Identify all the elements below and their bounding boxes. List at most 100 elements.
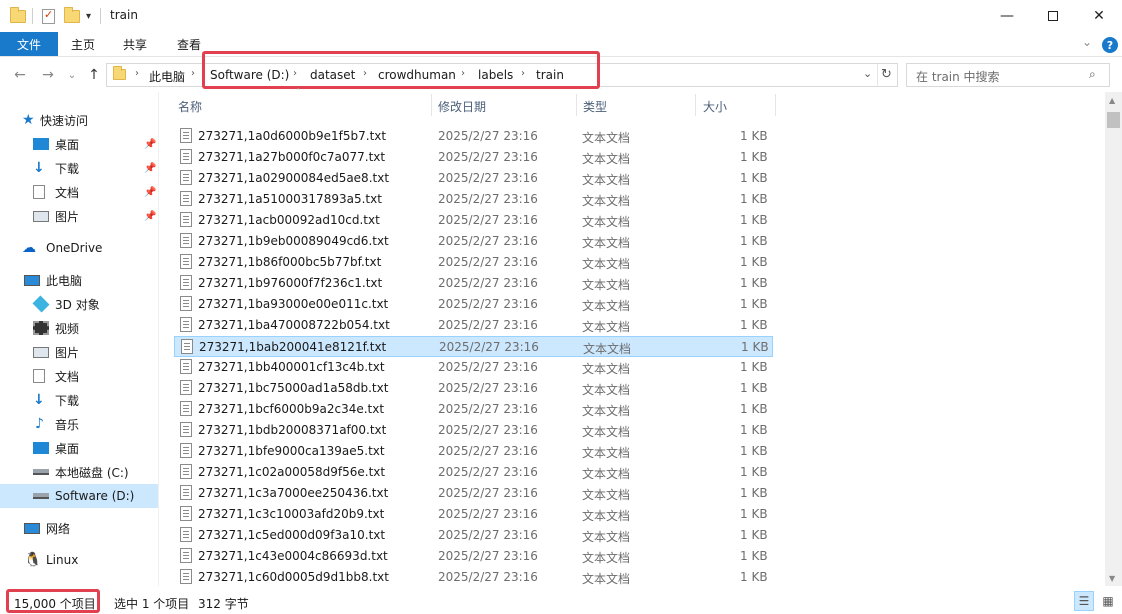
- tab-home[interactable]: 主页: [71, 32, 95, 56]
- text-file-icon: [180, 464, 192, 479]
- column-divider[interactable]: [431, 94, 432, 116]
- table-row[interactable]: 273271,1c60d0005d9d1bb8.txt 2025/2/27 23:…: [174, 567, 773, 588]
- file-type: 文本文档: [582, 383, 631, 397]
- table-row[interactable]: 273271,1b976000f7f236c1.txt 2025/2/27 23:…: [174, 273, 773, 294]
- pin-icon[interactable]: 📌: [144, 211, 156, 222]
- sidebar-item-3d-objects[interactable]: 3D 对象: [0, 292, 158, 316]
- recent-locations-chevron-icon[interactable]: ⌄: [62, 65, 82, 85]
- pin-icon[interactable]: 📌: [144, 163, 156, 174]
- file-type: 文本文档: [582, 215, 631, 229]
- sidebar-item-linux[interactable]: 🐧 Linux: [0, 548, 158, 572]
- details-view-icon[interactable]: ☰: [1074, 591, 1094, 611]
- pin-icon[interactable]: 📌: [144, 139, 156, 150]
- refresh-icon[interactable]: ↻: [881, 67, 892, 82]
- table-row[interactable]: 273271,1c43e0004c86693d.txt 2025/2/27 23:…: [174, 546, 773, 567]
- column-header-size[interactable]: 大小: [703, 98, 727, 115]
- sidebar-item-downloads[interactable]: ↓ 下载 📌: [0, 156, 158, 180]
- breadcrumb-this-pc[interactable]: 此电脑: [149, 68, 185, 85]
- breadcrumb-separator-icon[interactable]: ›: [191, 68, 195, 79]
- sidebar-item-documents[interactable]: 文档 📌: [0, 180, 158, 204]
- table-row[interactable]: 273271,1bb400001cf13c4b.txt 2025/2/27 23:…: [174, 357, 773, 378]
- selection-size: 312 字节: [198, 597, 249, 611]
- sidebar-item-desktop-pc[interactable]: 桌面: [0, 436, 158, 460]
- table-row[interactable]: 273271,1c3a7000ee250436.txt 2025/2/27 23:…: [174, 483, 773, 504]
- table-row[interactable]: 273271,1a02900084ed5ae8.txt 2025/2/27 23:…: [174, 168, 773, 189]
- cloud-icon: ☁: [22, 240, 36, 256]
- search-icon[interactable]: ⌕: [1089, 67, 1096, 82]
- sidebar-item-documents-pc[interactable]: 文档: [0, 364, 158, 388]
- pin-icon[interactable]: 📌: [144, 187, 156, 198]
- search-input[interactable]: 在 train 中搜索 ⌕: [906, 63, 1110, 87]
- table-row[interactable]: 273271,1b86f000bc5b77bf.txt 2025/2/27 23:…: [174, 252, 773, 273]
- sidebar-item-downloads-pc[interactable]: ↓ 下载: [0, 388, 158, 412]
- table-row[interactable]: 273271,1ba470008722b054.txt 2025/2/27 23:…: [174, 315, 773, 336]
- table-row[interactable]: 273271,1a27b000f0c7a077.txt 2025/2/27 23:…: [174, 147, 773, 168]
- sidebar-item-network[interactable]: 网络: [0, 516, 158, 540]
- forward-arrow-icon[interactable]: →: [38, 65, 58, 85]
- sidebar-item-quick-access[interactable]: ★ 快速访问: [0, 108, 158, 132]
- file-date: 2025/2/27 23:16: [438, 234, 538, 248]
- sidebar-item-pictures[interactable]: 图片 📌: [0, 204, 158, 228]
- file-name: 273271,1a0d6000b9e1f5b7.txt: [198, 129, 387, 143]
- table-row[interactable]: 273271,1b9eb00089049cd6.txt 2025/2/27 23:…: [174, 231, 773, 252]
- sidebar-item-local-disk-c[interactable]: 本地磁盘 (C:): [0, 460, 158, 484]
- customize-toolbar-dropdown-icon[interactable]: ▾: [86, 7, 91, 25]
- sidebar-item-this-pc[interactable]: 此电脑: [0, 268, 158, 292]
- new-folder-icon[interactable]: [64, 6, 80, 25]
- table-row[interactable]: 273271,1c3c10003afd20b9.txt 2025/2/27 23:…: [174, 504, 773, 525]
- drive-icon: [33, 469, 49, 475]
- back-arrow-icon[interactable]: ←: [10, 65, 30, 85]
- sidebar-item-videos[interactable]: 视频: [0, 316, 158, 340]
- table-row[interactable]: 273271,1c5ed000d09f3a10.txt 2025/2/27 23:…: [174, 525, 773, 546]
- column-divider[interactable]: [576, 94, 577, 116]
- file-date: 2025/2/27 23:16: [438, 213, 538, 227]
- minimize-button[interactable]: —: [984, 0, 1030, 32]
- file-date: 2025/2/27 23:16: [438, 297, 538, 311]
- sidebar-item-music[interactable]: ♪ 音乐: [0, 412, 158, 436]
- help-icon[interactable]: ?: [1102, 37, 1118, 53]
- properties-icon[interactable]: [42, 7, 55, 25]
- table-row[interactable]: 273271,1bfe9000ca139ae5.txt 2025/2/27 23:…: [174, 441, 773, 462]
- breadcrumb-separator-icon[interactable]: ›: [135, 68, 139, 79]
- table-row[interactable]: 273271,1a0d6000b9e1f5b7.txt 2025/2/27 23:…: [174, 126, 773, 147]
- sidebar-item-pictures-pc[interactable]: 图片: [0, 340, 158, 364]
- tab-share[interactable]: 共享: [123, 32, 147, 56]
- table-row[interactable]: 273271,1bcf6000b9a2c34e.txt 2025/2/27 23:…: [174, 399, 773, 420]
- status-bar: 15,000 个项目 选中 1 个项目 312 字节 ☰ ▦: [0, 588, 1122, 614]
- column-header-type[interactable]: 类型: [583, 98, 607, 115]
- file-type: 文本文档: [582, 446, 631, 460]
- table-row[interactable]: 273271,1a51000317893a5.txt 2025/2/27 23:1…: [174, 189, 773, 210]
- sidebar-item-onedrive[interactable]: ☁ OneDrive: [0, 236, 158, 260]
- table-row[interactable]: 273271,1bdb20008371af00.txt 2025/2/27 23:…: [174, 420, 773, 441]
- file-type: 文本文档: [582, 425, 631, 439]
- sidebar-item-desktop[interactable]: 桌面 📌: [0, 132, 158, 156]
- close-button[interactable]: ✕: [1076, 0, 1122, 32]
- scroll-up-arrow-icon[interactable]: ▲: [1109, 96, 1115, 105]
- scroll-thumb[interactable]: [1107, 112, 1120, 128]
- sidebar-item-software-d[interactable]: Software (D:): [0, 484, 158, 508]
- table-row[interactable]: 273271,1bab200041e8121f.txt 2025/2/27 23:…: [174, 336, 773, 357]
- tab-file[interactable]: 文件: [0, 32, 58, 56]
- annotation-highlight-box: [6, 589, 100, 613]
- vertical-scrollbar[interactable]: ▲ ▼: [1105, 92, 1122, 586]
- large-icons-view-icon[interactable]: ▦: [1098, 591, 1118, 611]
- file-name: 273271,1ba470008722b054.txt: [198, 318, 390, 332]
- table-row[interactable]: 273271,1c02a00058d9f56e.txt 2025/2/27 23:…: [174, 462, 773, 483]
- text-file-icon: [181, 339, 193, 354]
- column-header-date[interactable]: 修改日期: [438, 98, 486, 115]
- column-divider[interactable]: [695, 94, 696, 116]
- text-file-icon: [180, 422, 192, 437]
- table-row[interactable]: 273271,1bc75000ad1a58db.txt 2025/2/27 23:…: [174, 378, 773, 399]
- scroll-down-arrow-icon[interactable]: ▼: [1109, 574, 1115, 583]
- table-row[interactable]: 273271,1acb00092ad10cd.txt 2025/2/27 23:1…: [174, 210, 773, 231]
- address-history-chevron-icon[interactable]: ⌄: [863, 67, 872, 80]
- maximize-button[interactable]: [1030, 0, 1076, 32]
- column-divider[interactable]: [775, 94, 776, 116]
- tab-view[interactable]: 查看: [177, 32, 201, 56]
- column-header-name[interactable]: 名称: [178, 98, 202, 115]
- up-arrow-icon[interactable]: ↑: [84, 65, 104, 85]
- expand-ribbon-chevron-icon[interactable]: ⌄: [1082, 35, 1092, 49]
- table-row[interactable]: 273271,1ba93000e00e011c.txt 2025/2/27 23:…: [174, 294, 773, 315]
- network-icon: [24, 522, 40, 534]
- file-type: 文本文档: [582, 488, 631, 502]
